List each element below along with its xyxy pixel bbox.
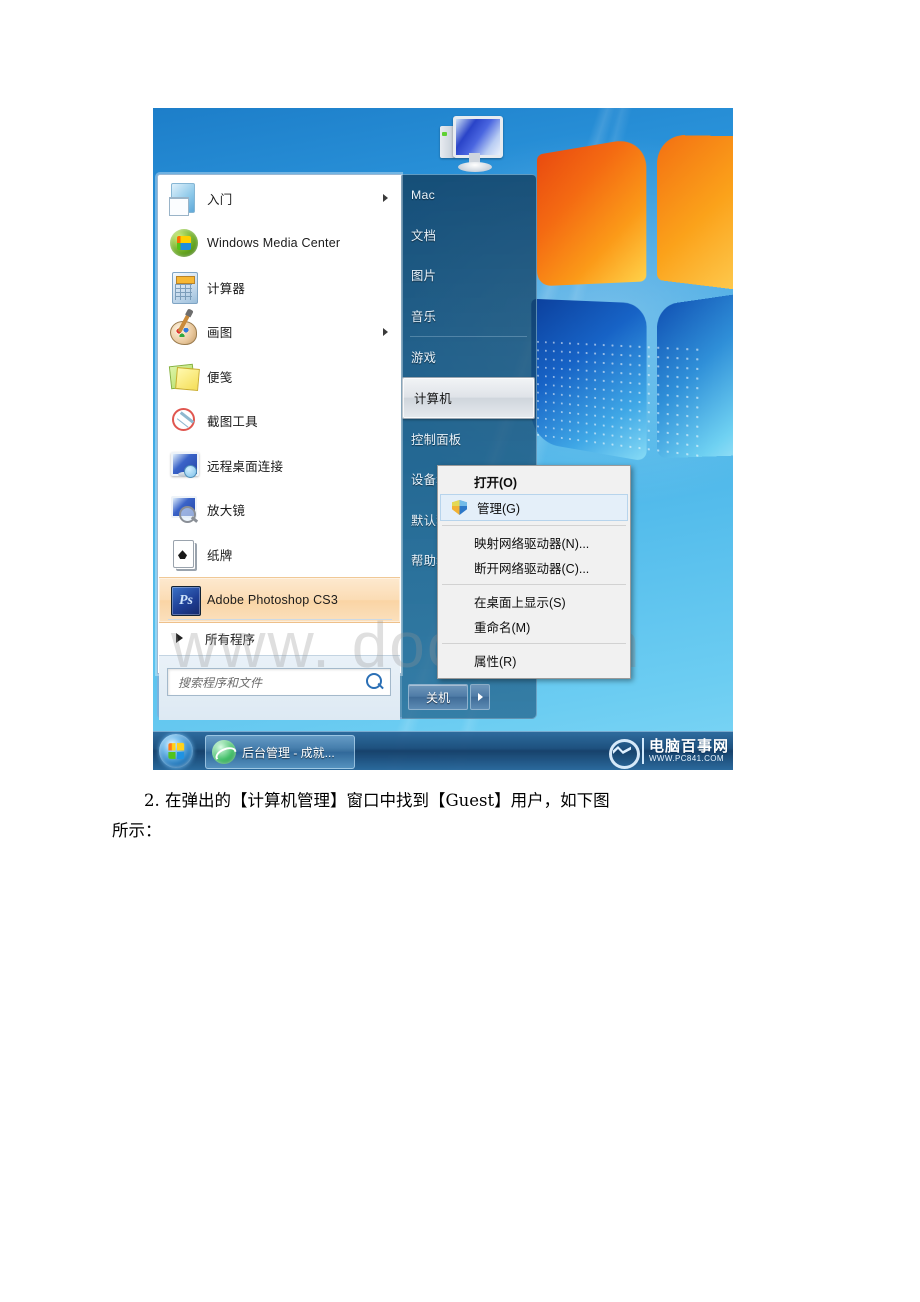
item-label: 远程桌面连接 [207,459,284,474]
start-menu-item-computer[interactable]: 计算机 [402,376,535,420]
start-menu-item-sticky-notes[interactable]: 便笺 [159,354,400,399]
menu-divider [168,619,392,620]
document-page: Mac 文档 图片 音乐 游戏 计算机 控制面板 设备和 [0,0,920,1302]
document-body-text: 2. 在弹出的【计算机管理】窗口中找到【Guest】用户，如下图 所示： [112,786,812,846]
search-input[interactable]: 搜索程序和文件 [167,668,391,696]
windows-flag-icon [168,742,185,760]
start-menu-item-windows-media-center[interactable]: Windows Media Center [159,221,400,266]
item-label: 文档 [411,229,437,244]
photoshop-icon: Ps [167,583,201,617]
item-label: 重命名(M) [474,621,531,635]
context-menu-item-open[interactable]: 打开(O) [438,469,630,494]
context-menu-item-show-on-desktop[interactable]: 在桌面上显示(S) [438,589,630,614]
snipping-tool-icon [167,404,201,438]
item-label: 游戏 [411,350,437,365]
doc-line-1: 2. 在弹出的【计算机管理】窗口中找到【Guest】用户，如下图 [144,791,610,810]
item-label: 音乐 [411,309,437,324]
chevron-right-icon [477,693,483,701]
item-label: 控制面板 [411,433,462,448]
calculator-icon [167,270,201,305]
start-menu-left-column: 入门 Windows Media Center 计算器 画图 便笺 截图工具 远… [157,174,401,720]
remote-desktop-icon [167,448,201,482]
context-menu-item-map-network-drive[interactable]: 映射网络驱动器(N)... [438,530,630,555]
item-label: 画图 [207,326,233,341]
start-menu-item-solitaire[interactable]: 纸牌 [159,532,400,577]
taskbar: 后台管理 - 成就... 电脑百事网 WWW.PC841.COM [153,731,733,770]
search-area: 搜索程序和文件 [159,655,400,720]
item-label: Windows Media Center [207,235,341,250]
search-placeholder: 搜索程序和文件 [178,676,263,690]
item-label: 断开网络驱动器(C)... [474,562,590,576]
start-menu-item-adobe-photoshop[interactable]: Ps Adobe Photoshop CS3 [159,576,400,623]
item-label: Mac [411,188,436,203]
all-programs-label: 所有程序 [205,632,256,647]
item-label: 入门 [207,192,233,207]
item-label: 纸牌 [207,548,233,563]
brand-url: WWW.PC841.COM [648,754,724,763]
context-menu-item-disconnect-network-drive[interactable]: 断开网络驱动器(C)... [438,555,630,580]
start-menu-item-calculator[interactable]: 计算器 [159,265,400,310]
item-label: 截图工具 [207,415,258,430]
start-menu-item-games[interactable]: 游戏 [400,337,537,377]
shutdown-options-arrow-button[interactable] [470,684,490,710]
item-label: 在桌面上显示(S) [474,596,566,610]
getting-started-icon [167,181,201,217]
context-menu-item-properties[interactable]: 属性(R) [438,648,630,673]
start-menu-item-magnifier[interactable]: 放大镜 [159,488,400,533]
item-label: 计算器 [207,281,246,296]
computer-monitor-icon [436,110,504,182]
site-watermark-logo: 电脑百事网 WWW.PC841.COM [607,735,729,769]
start-menu-item-music[interactable]: 音乐 [400,296,537,336]
shutdown-label: 关机 [425,690,450,705]
shutdown-row: 关机 [400,675,537,719]
taskbar-button-label: 后台管理 - 成就... [242,745,335,760]
brand-mark-icon [607,737,640,769]
doc-line-2: 所示： [112,821,162,840]
item-label: 图片 [411,269,437,284]
start-menu-item-pictures[interactable]: 图片 [400,255,537,295]
photoshop-badge-text: Ps [179,592,193,608]
brand-text: 电脑百事网 WWW.PC841.COM [641,737,729,764]
item-label: 计算机 [414,392,452,407]
item-label: 放大镜 [207,504,246,519]
computer-context-menu: 打开(O) 管理(G) 映射网络驱动器(N)... 断开网络驱动器(C)... … [437,465,631,679]
start-menu-item-snipping-tool[interactable]: 截图工具 [159,399,400,444]
taskbar-button-background-management[interactable]: 后台管理 - 成就... [205,735,355,769]
start-menu-item-paint[interactable]: 画图 [159,310,400,355]
start-menu-item-control-panel[interactable]: 控制面板 [400,419,537,459]
submenu-arrow-icon [383,194,388,203]
item-label: 映射网络驱动器(N)... [474,537,590,551]
search-icon [366,673,382,689]
context-menu-item-manage[interactable]: 管理(G) [440,494,628,521]
start-menu-item-remote-desktop[interactable]: 远程桌面连接 [159,443,400,488]
start-menu-programs-list: 入门 Windows Media Center 计算器 画图 便笺 截图工具 远… [159,176,400,623]
magnifier-icon [167,493,201,527]
menu-separator [442,584,626,585]
menu-separator [442,525,626,526]
item-label: Adobe Photoshop CS3 [207,592,338,607]
menu-separator [442,643,626,644]
paint-icon [167,312,201,349]
windows-logo-wallpaper [525,134,733,466]
all-programs-button[interactable]: 所有程序 [159,621,400,655]
item-label: 属性(R) [474,655,517,669]
shutdown-button[interactable]: 关机 [408,684,468,710]
item-label: 管理(G) [477,502,521,516]
start-menu-item-documents[interactable]: 文档 [400,215,537,255]
context-menu-item-rename[interactable]: 重命名(M) [438,614,630,639]
brand-name-cn: 电脑百事网 [648,737,729,755]
windows-media-center-icon [167,226,201,260]
start-menu-item-mac[interactable]: Mac [400,175,537,215]
windows7-screenshot: Mac 文档 图片 音乐 游戏 计算机 控制面板 设备和 [153,108,733,770]
sticky-notes-icon [167,359,201,393]
start-button[interactable] [159,734,193,768]
internet-explorer-icon [212,740,236,764]
item-label: 便笺 [207,370,233,385]
start-menu-item-getting-started[interactable]: 入门 [159,176,400,221]
item-label: 打开(O) [474,476,518,490]
uac-shield-icon [452,500,467,515]
solitaire-icon [167,537,201,571]
submenu-arrow-icon [383,327,388,336]
triangle-right-icon [176,633,183,643]
